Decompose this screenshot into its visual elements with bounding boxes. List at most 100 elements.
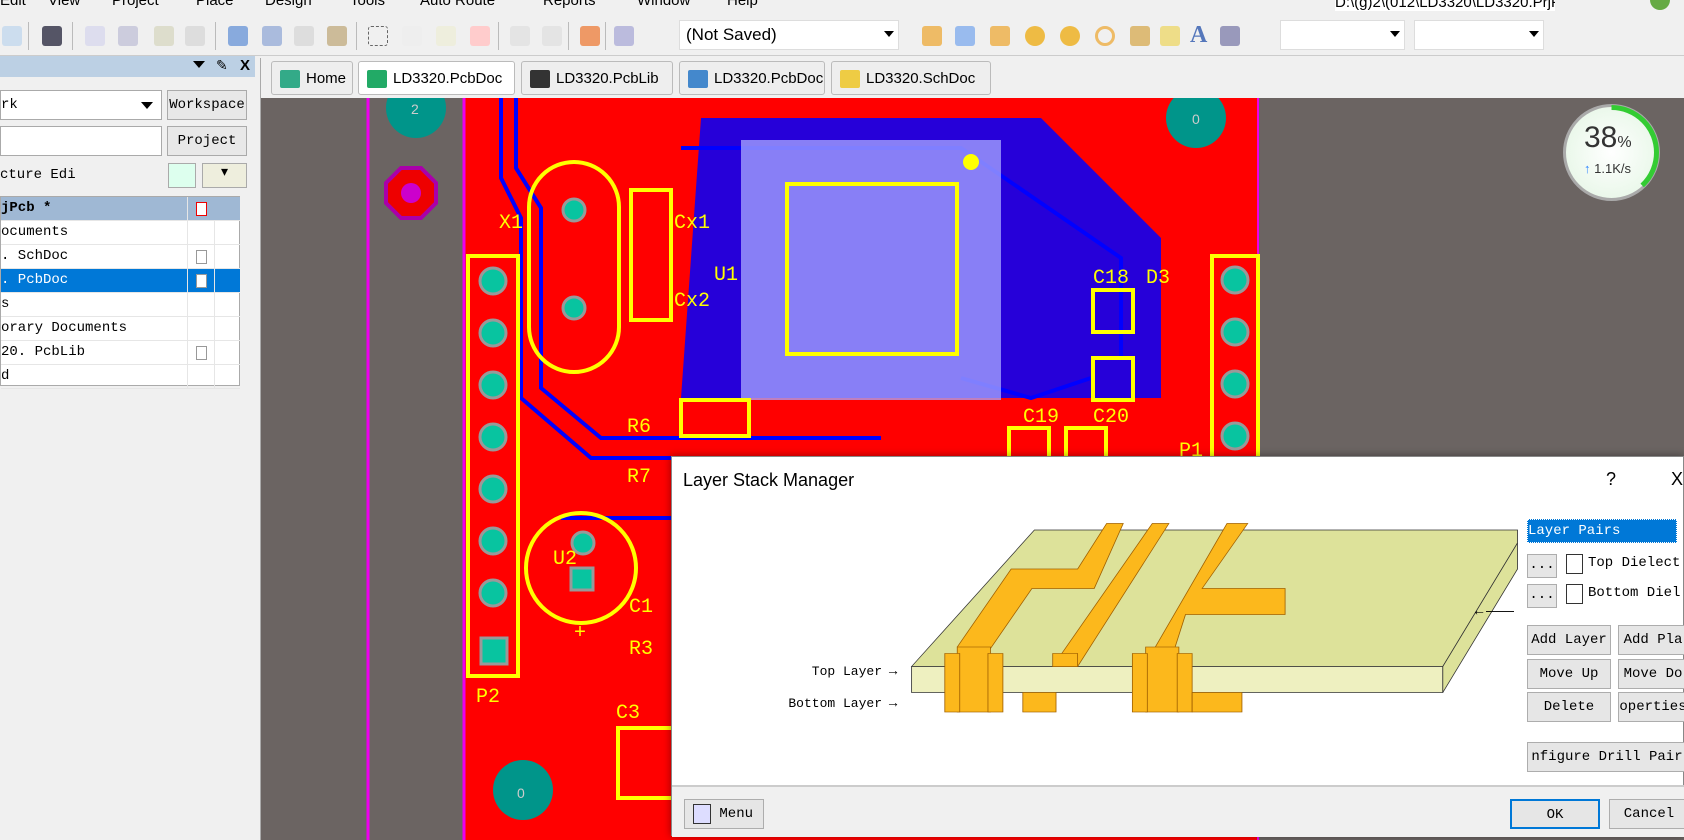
zoom-selected-icon[interactable]	[154, 26, 174, 46]
bottom-dielectric-button[interactable]: ...	[1527, 584, 1557, 608]
cut-icon[interactable]	[228, 26, 248, 46]
menu-help[interactable]: Help	[727, 0, 758, 9]
project-input[interactable]	[0, 126, 162, 156]
zoom-fit-icon[interactable]	[85, 26, 105, 46]
cross-probe-icon[interactable]	[580, 26, 600, 46]
help-button[interactable]: ?	[1606, 469, 1616, 490]
panel-menu-icon[interactable]	[193, 61, 205, 74]
tree-row-label: ocuments	[1, 224, 69, 240]
cancel-button[interactable]: Cancel	[1609, 799, 1684, 829]
menu-design[interactable]: Design	[265, 0, 312, 9]
pcb-label: +	[574, 622, 586, 645]
menu-window[interactable]: Window	[637, 0, 690, 9]
menu-place[interactable]: Place	[196, 0, 234, 9]
configure-drill-pairs-button[interactable]: nfigure Drill Pair	[1527, 742, 1684, 772]
workspace-button[interactable]: Workspace	[167, 90, 247, 120]
tree-row[interactable]: d	[1, 365, 240, 389]
polygon-pour-icon[interactable]	[1160, 26, 1180, 46]
tree-row[interactable]: orary Documents	[1, 317, 240, 341]
arc-icon[interactable]	[1095, 26, 1115, 46]
layer-select-2[interactable]	[1414, 20, 1544, 50]
add-plane-button[interactable]: Add Pla	[1618, 625, 1684, 655]
selection-highlight	[741, 140, 1001, 400]
menu-reports[interactable]: Reports	[543, 0, 596, 9]
differential-pair-icon[interactable]	[955, 26, 975, 46]
tree-cell	[187, 341, 214, 365]
tree-row-label: 20. PcbLib	[1, 344, 86, 360]
tab-schdoc[interactable]: LD3320.SchDoc	[831, 61, 991, 95]
tab-label: LD3320.PcbDoc	[714, 70, 824, 87]
3d-view-icon[interactable]	[42, 26, 62, 46]
clear-filter-icon[interactable]	[470, 26, 490, 46]
interactive-route-icon[interactable]	[922, 26, 942, 46]
copy-icon[interactable]	[262, 26, 282, 46]
ok-button[interactable]: OK	[1510, 799, 1600, 829]
project-button[interactable]: Project	[167, 126, 247, 156]
close-panel-icon[interactable]: X	[240, 57, 250, 74]
multi-route-icon[interactable]	[990, 26, 1010, 46]
pcb-label: C18	[1093, 267, 1129, 290]
move-icon[interactable]	[402, 26, 422, 46]
pad-icon[interactable]	[1060, 26, 1080, 46]
bottom-layer-label: Bottom Layer	[788, 696, 882, 711]
tab-home[interactable]: Home	[271, 61, 353, 95]
close-button[interactable]: X	[1671, 469, 1683, 490]
tab-label: Home	[306, 70, 347, 87]
tree-row[interactable]: . PcbDoc	[1, 269, 240, 293]
compile-icon[interactable]	[168, 163, 196, 188]
via-icon[interactable]	[1025, 26, 1045, 46]
zoom-filter-icon[interactable]	[185, 26, 205, 46]
delete-button[interactable]: Delete	[1527, 692, 1611, 722]
speed-percent: 38	[1584, 121, 1618, 154]
layer-select-1[interactable]	[1280, 20, 1405, 50]
tab-pcbdoc-active[interactable]: LD3320.PcbDoc	[358, 61, 515, 95]
tree-row[interactable]: ocuments	[1, 221, 240, 245]
redo-icon[interactable]	[542, 26, 562, 46]
svg-text:→: →	[886, 662, 900, 678]
browse-icon[interactable]	[614, 26, 634, 46]
menu-label: Menu	[719, 806, 753, 822]
menu-tools[interactable]: Tools	[350, 0, 385, 9]
speed-percent-unit: %	[1617, 134, 1632, 151]
network-speed-widget[interactable]: 38% ↑ 1.1K/s	[1563, 104, 1660, 201]
document-tabs: Home LD3320.PcbDoc LD3320.PcbLib LD3320.…	[261, 58, 1684, 98]
bottom-dielectric-checkbox[interactable]	[1566, 584, 1583, 604]
schematic-icon	[840, 70, 860, 88]
print-preview-icon[interactable]	[2, 26, 22, 46]
menu-button[interactable]: Menu	[684, 799, 764, 829]
menu-edit[interactable]: Edit	[0, 0, 26, 9]
menu-auto-route[interactable]: Auto Route	[420, 0, 495, 9]
tree-row[interactable]: s	[1, 293, 240, 317]
menu-project[interactable]: Project	[112, 0, 159, 9]
menu-view[interactable]: View	[48, 0, 80, 9]
pin-icon[interactable]: ✎	[216, 57, 228, 74]
undo-icon[interactable]	[510, 26, 530, 46]
tree-row[interactable]: 20. PcbLib	[1, 341, 240, 365]
move-down-button[interactable]: Move Do	[1618, 659, 1684, 689]
top-dielectric-button[interactable]: ...	[1527, 554, 1557, 578]
zoom-area-icon[interactable]	[118, 26, 138, 46]
workspace-select[interactable]: rk	[0, 90, 162, 120]
pad-number: 0	[1192, 111, 1200, 127]
add-layer-button[interactable]: Add Layer	[1527, 625, 1611, 655]
select-area-icon[interactable]	[368, 26, 388, 46]
tree-row-label: orary Documents	[1, 320, 128, 336]
paste-icon[interactable]	[294, 26, 314, 46]
text-icon[interactable]: A	[1190, 22, 1210, 48]
top-dielectric-checkbox[interactable]	[1566, 554, 1583, 574]
layer-stack-diagram: Top Layer → Bottom Layer → ←——	[788, 523, 1518, 713]
project-tree: jPcb * ocuments . SchDoc . PcbDoc s orary Doc…	[0, 196, 240, 389]
tab-pcbdoc-3d[interactable]: LD3320.PcbDoc	[679, 61, 825, 95]
project-root-row[interactable]: jPcb *	[1, 197, 240, 221]
view-configuration-select[interactable]: (Not Saved)	[679, 20, 899, 50]
properties-button[interactable]: operties	[1618, 692, 1684, 722]
rubber-stamp-icon[interactable]	[327, 26, 347, 46]
fill-icon[interactable]	[1130, 26, 1150, 46]
project-options-icon[interactable]: ▾	[202, 163, 247, 188]
layer-pairs-option[interactable]: Layer Pairs	[1527, 519, 1677, 543]
deselect-icon[interactable]	[436, 26, 456, 46]
move-up-button[interactable]: Move Up	[1527, 659, 1611, 689]
tab-pcblib[interactable]: LD3320.PcbLib	[521, 61, 673, 95]
tree-row[interactable]: . SchDoc	[1, 245, 240, 269]
component-icon[interactable]	[1220, 26, 1240, 46]
